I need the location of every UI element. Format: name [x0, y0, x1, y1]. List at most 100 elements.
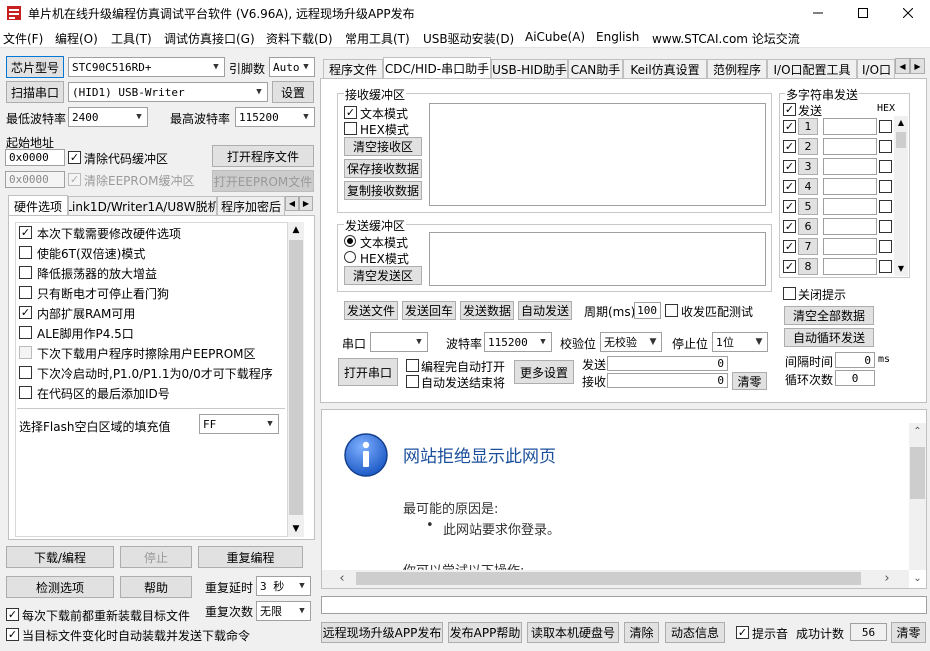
clear-counts-button[interactable]: 清零 — [732, 372, 767, 390]
help-button[interactable]: 帮助 — [120, 576, 192, 598]
repeat-count-select[interactable]: 无限 ▼ — [256, 601, 311, 621]
clear-all-data-button[interactable]: 清空全部数据 — [784, 306, 874, 325]
save-receive-button[interactable]: 保存接收数据 — [344, 159, 422, 178]
menu-file[interactable]: 文件(F) — [3, 30, 43, 47]
multi-row-send-button[interactable]: 8 — [798, 258, 818, 275]
maximize-button[interactable] — [840, 0, 885, 26]
option-checkbox-2[interactable] — [19, 266, 32, 279]
multi-row-checkbox[interactable]: ✓ — [783, 240, 796, 253]
send-textarea[interactable] — [429, 232, 766, 286]
right-tab-scroll-right[interactable]: ▶ — [910, 58, 925, 74]
more-settings-button[interactable]: 更多设置 — [514, 360, 574, 384]
period-input[interactable]: 100 — [634, 302, 661, 319]
multi-row-checkbox[interactable]: ✓ — [783, 180, 796, 193]
reset-count-button[interactable]: 清零 — [891, 622, 926, 643]
copy-receive-button[interactable]: 复制接收数据 — [344, 181, 422, 200]
tab-io-port[interactable]: I/O口 — [857, 59, 895, 79]
auto-open-checkbox[interactable] — [406, 359, 419, 372]
option-checkbox-1[interactable] — [19, 246, 32, 259]
match-test-checkbox[interactable] — [665, 304, 678, 317]
tab-scroll-right-button[interactable]: ▶ — [299, 196, 313, 211]
option-checkbox-3[interactable] — [19, 286, 32, 299]
multi-row-input[interactable] — [823, 198, 877, 215]
multi-row-checkbox[interactable]: ✓ — [783, 220, 796, 233]
multi-row-send-button[interactable]: 6 — [798, 218, 818, 235]
multi-row-input[interactable] — [823, 218, 877, 235]
menu-english[interactable]: English — [596, 30, 639, 44]
multi-send-all-checkbox[interactable]: ✓ — [783, 103, 796, 116]
send-file-button[interactable]: 发送文件 — [344, 301, 398, 320]
clear-code-checkbox[interactable]: ✓ — [68, 151, 81, 164]
scroll-thumb[interactable] — [896, 132, 906, 148]
multi-row-hex-checkbox[interactable] — [879, 240, 892, 253]
serial-port-select[interactable]: ▼ — [370, 332, 428, 352]
tab-examples[interactable]: 范例程序 — [707, 59, 767, 79]
port-select[interactable]: (HID1) USB-Writer ▼ — [68, 82, 268, 102]
option-checkbox-8[interactable] — [19, 386, 32, 399]
multi-row-input[interactable] — [823, 178, 877, 195]
option-checkbox-7[interactable] — [19, 366, 32, 379]
publish-app-help-button[interactable]: 发布APP帮助 — [448, 622, 522, 643]
multi-row-send-button[interactable]: 7 — [798, 238, 818, 255]
auto-close-checkbox[interactable] — [406, 375, 419, 388]
web-vertical-scrollbar[interactable]: ⌃ — [909, 423, 926, 570]
web-horizontal-scrollbar[interactable]: ‹ › — [322, 570, 909, 588]
multi-row-checkbox[interactable]: ✓ — [783, 120, 796, 133]
tab-serial-assistant[interactable]: CDC/HID-串口助手 — [383, 57, 491, 79]
open-eeprom-file-button[interactable]: 打开EEPROM文件 — [212, 170, 314, 192]
read-disk-id-button[interactable]: 读取本机硬盘号 — [527, 622, 619, 643]
auto-send-button[interactable]: 自动发送 — [518, 301, 572, 320]
send-data-button[interactable]: 发送数据 — [460, 301, 514, 320]
menu-debug[interactable]: 调试仿真接口(G) — [164, 30, 255, 47]
tab-program-file[interactable]: 程序文件 — [323, 59, 383, 79]
multi-row-hex-checkbox[interactable] — [879, 160, 892, 173]
open-program-file-button[interactable]: 打开程序文件 — [212, 145, 314, 167]
multi-row-checkbox[interactable]: ✓ — [783, 200, 796, 213]
detect-options-button[interactable]: 检测选项 — [6, 576, 114, 598]
multi-row-send-button[interactable]: 5 — [798, 198, 818, 215]
send-text-mode-radio[interactable] — [344, 235, 356, 247]
tab-io-config[interactable]: I/O口配置工具 — [767, 59, 857, 79]
multi-row-checkbox[interactable]: ✓ — [783, 140, 796, 153]
recv-text-mode-checkbox[interactable]: ✓ — [344, 106, 357, 119]
multi-row-send-button[interactable]: 4 — [798, 178, 818, 195]
multi-row-hex-checkbox[interactable] — [879, 200, 892, 213]
baud-select[interactable]: 115200 ▼ — [484, 332, 552, 352]
dynamic-info-button[interactable]: 动态信息 — [665, 622, 725, 643]
option-checkbox-0[interactable]: ✓ — [19, 226, 32, 239]
download-program-button[interactable]: 下载/编程 — [6, 546, 114, 568]
clear-send-button[interactable]: 清空发送区 — [344, 266, 422, 285]
multi-row-hex-checkbox[interactable] — [879, 220, 892, 233]
recv-hex-mode-checkbox[interactable] — [344, 122, 357, 135]
tab-usb-hid[interactable]: USB-HID助手 — [491, 59, 568, 79]
repeat-delay-select[interactable]: 3 秒 ▼ — [256, 576, 311, 596]
menu-tools[interactable]: 工具(T) — [111, 30, 152, 47]
options-scrollbar[interactable]: ▲ ▼ — [288, 222, 304, 537]
menu-common-tools[interactable]: 常用工具(T) — [345, 30, 410, 47]
sound-checkbox[interactable]: ✓ — [736, 626, 749, 639]
scan-port-button[interactable]: 扫描串口 — [6, 81, 64, 103]
close-tip-checkbox[interactable] — [783, 287, 796, 300]
chip-model-button[interactable]: 芯片型号 — [6, 56, 64, 78]
tab-scroll-left-button[interactable]: ◀ — [285, 196, 299, 211]
menu-forum[interactable]: www.STCAI.com 论坛交流 — [652, 30, 800, 47]
auto-loop-send-button[interactable]: 自动循环发送 — [784, 328, 874, 347]
multi-row-input[interactable] — [823, 138, 877, 155]
start-address-input[interactable]: 0x0000 — [5, 149, 65, 166]
remote-app-publish-button[interactable]: 远程现场升级APP发布 — [321, 622, 443, 643]
multi-row-hex-checkbox[interactable] — [879, 140, 892, 153]
multi-row-input[interactable] — [823, 238, 877, 255]
multi-row-hex-checkbox[interactable] — [879, 260, 892, 273]
minimize-button[interactable] — [795, 0, 840, 26]
right-tab-scroll-left[interactable]: ◀ — [895, 58, 910, 74]
open-port-button[interactable]: 打开串口 — [338, 358, 398, 386]
interval-input[interactable]: 0 — [835, 352, 875, 368]
receive-textarea[interactable] — [429, 103, 766, 206]
option-checkbox-4[interactable]: ✓ — [19, 306, 32, 319]
parity-select[interactable]: 无校验 ▼ — [600, 332, 662, 352]
tab-link1d-offline[interactable]: Link1D/Writer1A/U8W脱机 — [68, 196, 217, 216]
multi-row-send-button[interactable]: 1 — [798, 118, 818, 135]
send-return-button[interactable]: 发送回车 — [402, 301, 456, 320]
option-checkbox-5[interactable] — [19, 326, 32, 339]
pins-select[interactable]: Auto ▼ — [269, 57, 315, 77]
